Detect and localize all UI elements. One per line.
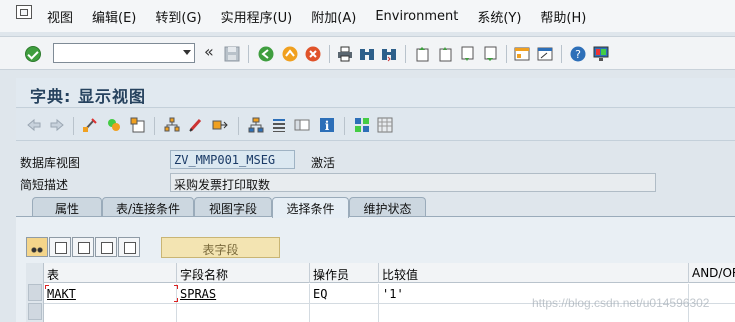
row-selector[interactable] (28, 284, 42, 301)
menu-utilities[interactable]: 实用程序(U) (212, 7, 303, 26)
menu-view[interactable]: 视图 (38, 7, 83, 26)
toolbar-separator (506, 45, 507, 63)
column-header-operator[interactable]: 操作员 (310, 263, 379, 283)
tab-strip: 属性 表/连接条件 视图字段 选择条件 维护状态 (16, 197, 735, 218)
row-selector[interactable] (28, 303, 42, 320)
toolbar-separator (329, 45, 330, 63)
toolbar-separator (344, 117, 345, 135)
tab-view-fields[interactable]: 视图字段 (194, 197, 272, 217)
documentation-icon[interactable] (294, 117, 310, 133)
cell-marker (45, 285, 49, 289)
cell-operator[interactable]: EQ (310, 284, 379, 304)
print-icon[interactable] (337, 46, 353, 62)
find-icon[interactable] (359, 46, 375, 62)
shortcut-icon[interactable] (537, 46, 553, 62)
hierarchy-icon[interactable] (248, 117, 264, 133)
where-used-icon[interactable] (164, 117, 180, 133)
enter-icon[interactable] (25, 46, 41, 62)
save-icon[interactable] (224, 46, 240, 62)
delete-row-icon[interactable] (118, 237, 140, 257)
short-description-field[interactable]: 采购发票打印取数 (170, 173, 656, 192)
new-session-icon[interactable] (514, 46, 530, 62)
previous-page-icon[interactable] (437, 46, 453, 62)
menu-system[interactable]: 系统(Y) (468, 7, 531, 26)
toolbar-separator (405, 45, 406, 63)
cell-table-empty[interactable] (44, 303, 177, 322)
toolbar-separator (154, 117, 155, 135)
cancel-icon[interactable] (305, 46, 321, 62)
tab-maintenance-status[interactable]: 维护状态 (349, 197, 426, 217)
pen-icon[interactable] (188, 117, 204, 133)
cell-marker (174, 298, 178, 302)
first-page-icon[interactable] (414, 46, 430, 62)
table-header: 表 字段名称 操作员 比较值 AND/OR (26, 263, 735, 283)
watermark: https://blog.csdn.net/u014596302 (532, 296, 710, 310)
column-header-and-or[interactable]: AND/OR (689, 263, 735, 283)
find-next-icon[interactable] (381, 46, 397, 62)
arrow-right-icon[interactable] (49, 117, 65, 133)
toolbar-separator (73, 117, 74, 135)
menu-bar: 视图 编辑(E) 转到(G) 实用程序(U) 附加(A) Environment… (0, 0, 735, 32)
activate-icon[interactable] (106, 117, 122, 133)
menu-edit[interactable]: 编辑(E) (83, 7, 146, 26)
selection-conditions-table: 表 字段名称 操作员 比较值 AND/OR MAKT SPRAS EQ '1' (26, 263, 735, 322)
svg-text:?: ? (575, 48, 581, 61)
cut-icon[interactable] (26, 237, 48, 257)
copy-icon[interactable] (49, 237, 71, 257)
short-description-label: 简短描述 (20, 178, 69, 192)
cell-marker (174, 285, 178, 289)
command-field[interactable] (53, 43, 195, 63)
database-view-field[interactable]: ZV_MMP001_MSEG (170, 150, 295, 169)
toolbar-separator (561, 45, 562, 63)
table-grid-icon[interactable] (377, 117, 393, 133)
column-header-field-name[interactable]: 字段名称 (177, 263, 310, 283)
standard-toolbar: « ? (0, 36, 735, 70)
cell-table[interactable]: MAKT (44, 284, 177, 304)
command-input[interactable] (54, 44, 174, 62)
chevron-down-icon[interactable] (183, 50, 191, 55)
tab-attributes[interactable]: 属性 (32, 197, 102, 217)
tab-table-join-conditions[interactable]: 表/连接条件 (102, 197, 194, 217)
sap-window: 视图 编辑(E) 转到(G) 实用程序(U) 附加(A) Environment… (0, 0, 735, 322)
customize-layout-icon[interactable] (593, 46, 609, 62)
menu-environment[interactable]: Environment (366, 9, 468, 24)
svg-text:i: i (325, 119, 330, 133)
menu-goto[interactable]: 转到(G) (146, 7, 211, 26)
other-object-icon[interactable] (130, 117, 146, 133)
display-change-icon[interactable] (82, 117, 98, 133)
page-title: 字典: 显示视图 (30, 87, 146, 106)
cell-field-name-empty[interactable] (177, 303, 310, 322)
column-header-comparison-value[interactable]: 比较值 (379, 263, 689, 283)
paste-icon[interactable] (72, 237, 94, 257)
table-field-button[interactable]: 表字段 (161, 237, 280, 258)
move-icon[interactable] (212, 117, 228, 133)
toolbar-separator (238, 117, 239, 135)
info-icon[interactable]: i (319, 117, 335, 133)
exit-icon[interactable] (282, 46, 298, 62)
arrow-left-icon[interactable] (26, 117, 42, 133)
menu-extras[interactable]: 附加(A) (302, 7, 366, 26)
tab-selection-conditions[interactable]: 选择条件 (272, 197, 349, 218)
collapse-chevron-icon[interactable]: « (204, 44, 214, 60)
column-header-table[interactable]: 表 (44, 263, 177, 283)
last-page-icon[interactable] (482, 46, 498, 62)
help-icon[interactable]: ? (570, 46, 586, 62)
row-selector-column (26, 263, 44, 322)
back-icon[interactable] (258, 46, 274, 62)
title-bar: 字典: 显示视图 (16, 78, 735, 108)
header-fields: 数据库视图 ZV_MMP001_MSEG 激活 简短描述 采购发票打印取数 (16, 145, 735, 197)
system-menu-icon[interactable] (16, 5, 32, 19)
technical-settings-icon[interactable] (354, 117, 370, 133)
list-icon[interactable] (271, 117, 287, 133)
database-view-label: 数据库视图 (20, 156, 81, 170)
menu-help[interactable]: 帮助(H) (531, 7, 596, 26)
application-toolbar: i (16, 109, 735, 141)
cell-field-name[interactable]: SPRAS (177, 284, 310, 304)
insert-row-icon[interactable] (95, 237, 117, 257)
toolbar-separator (248, 45, 249, 63)
next-page-icon[interactable] (459, 46, 475, 62)
cell-operator-empty[interactable] (310, 303, 379, 322)
view-status: 激活 (311, 156, 336, 170)
